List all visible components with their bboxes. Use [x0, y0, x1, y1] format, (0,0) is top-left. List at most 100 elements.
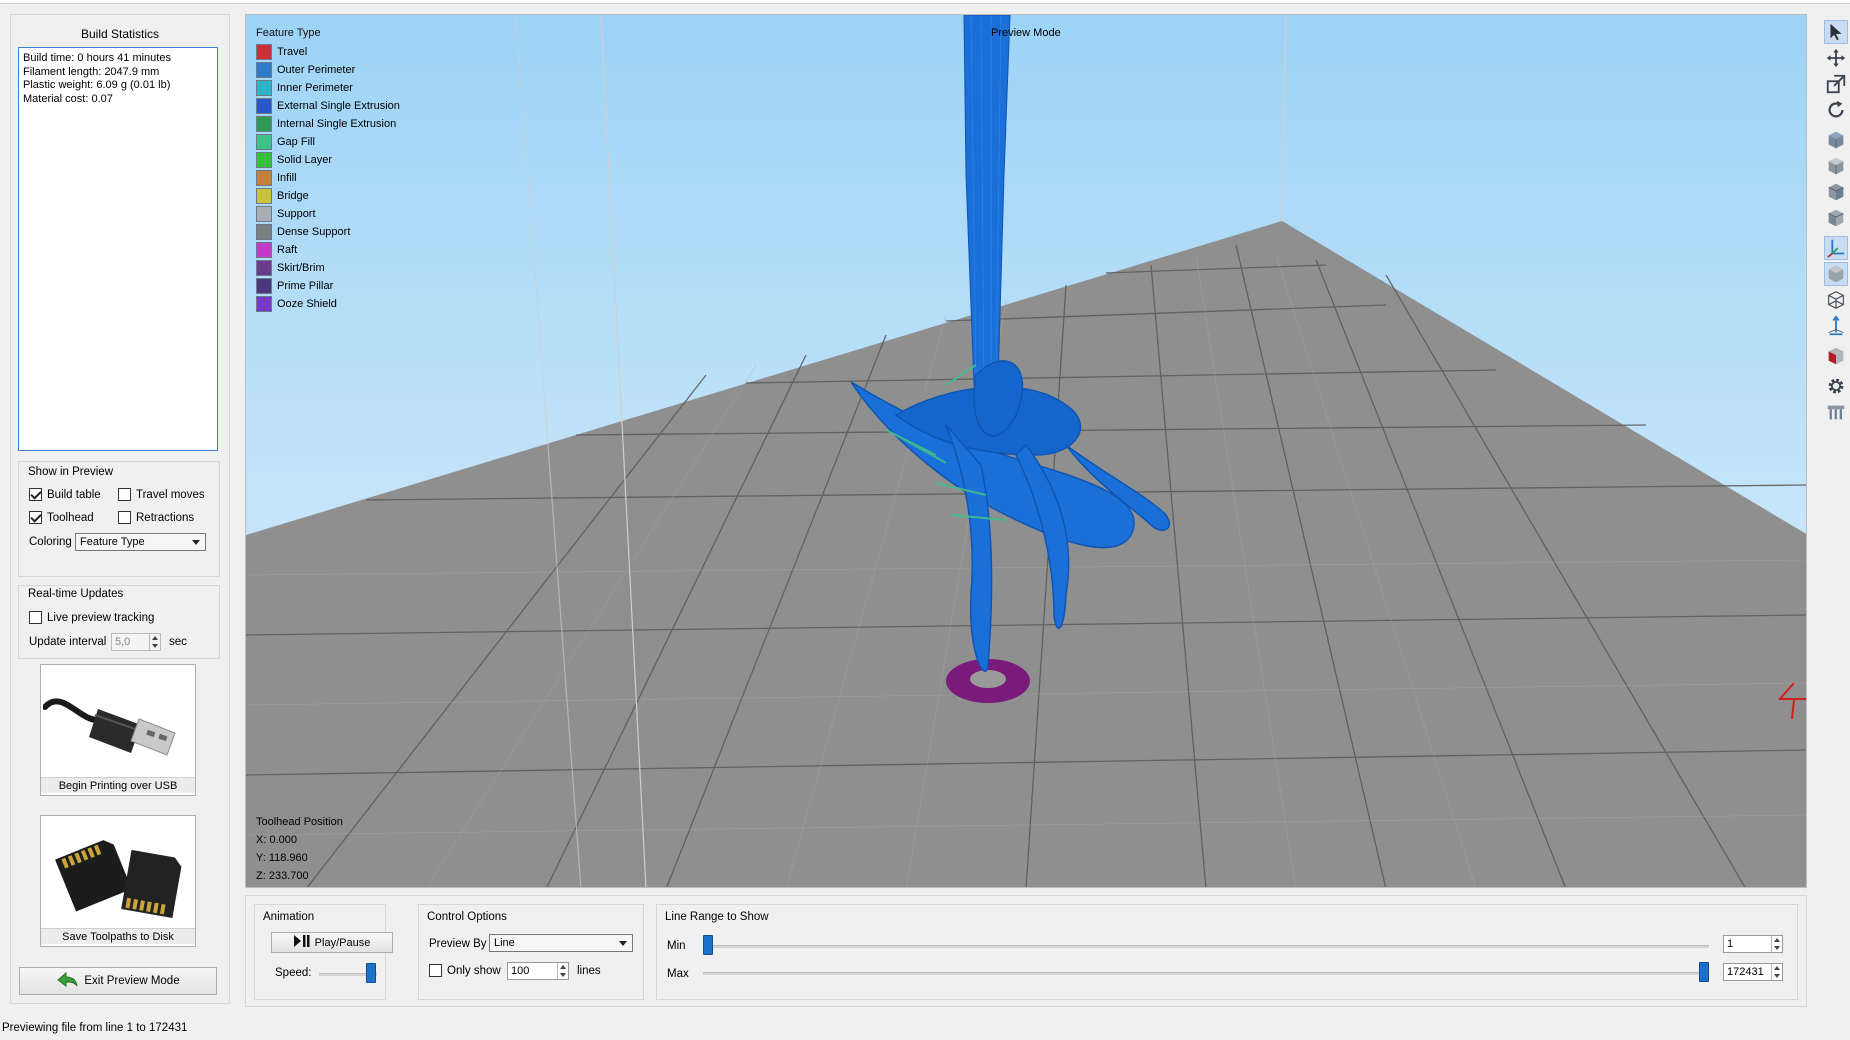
- control-options-group: Control Options Preview By Line Only sho…: [418, 904, 644, 1000]
- begin-usb-print-button[interactable]: Begin Printing over USB: [40, 664, 196, 796]
- toolhead-y: Y: 118.960: [256, 852, 308, 864]
- min-slider-track[interactable]: [703, 945, 1709, 948]
- view-top-icon[interactable]: [1824, 154, 1848, 178]
- toolhead-x: X: 0.000: [256, 834, 297, 846]
- legend-label: Outer Perimeter: [277, 64, 356, 76]
- live-tracking-checkbox[interactable]: [29, 611, 42, 624]
- legend-label: Ooze Shield: [277, 298, 337, 310]
- retractions-checkbox[interactable]: [118, 511, 131, 524]
- rotate-icon[interactable]: [1824, 98, 1848, 122]
- build-table-checkbox[interactable]: [29, 488, 42, 501]
- solid-view-icon[interactable]: [1824, 262, 1848, 286]
- legend-item: Skirt/Brim: [256, 259, 400, 277]
- max-slider-track[interactable]: [703, 972, 1709, 975]
- view-front-icon[interactable]: [1824, 128, 1848, 152]
- legend-swatch: [256, 152, 272, 168]
- legend-item: Travel: [256, 43, 400, 61]
- line-range-group: Line Range to Show Min 1 Max 172431: [656, 904, 1798, 1000]
- coloring-select[interactable]: Feature Type: [75, 533, 206, 551]
- travel-moves-checkbox[interactable]: [118, 488, 131, 501]
- begin-usb-print-label: Begin Printing over USB: [41, 777, 195, 793]
- legend-swatch: [256, 206, 272, 222]
- build-statistics-box[interactable]: Build time: 0 hours 41 minutes Filament …: [18, 47, 218, 451]
- exit-preview-label: Exit Preview Mode: [84, 975, 180, 987]
- chevron-down-icon: [192, 540, 200, 545]
- speed-slider-thumb[interactable]: [366, 963, 376, 983]
- preview-by-select[interactable]: Line: [489, 934, 633, 952]
- scale-icon[interactable]: [1824, 72, 1848, 96]
- max-line-spinbox[interactable]: 172431: [1723, 963, 1783, 981]
- preview-by-value: Line: [494, 937, 515, 949]
- usb-cable-icon: [42, 667, 193, 777]
- animation-title: Animation: [263, 911, 315, 923]
- toolhead-position-title: Toolhead Position: [256, 816, 343, 828]
- only-show-checkbox[interactable]: [429, 964, 442, 977]
- live-tracking-checkbox-row[interactable]: Live preview tracking: [29, 611, 154, 624]
- move-icon[interactable]: [1824, 46, 1848, 70]
- update-interval-label: Update interval: [29, 636, 107, 648]
- min-line-value: 1: [1727, 938, 1734, 950]
- wireframe-icon[interactable]: [1824, 288, 1848, 312]
- only-show-checkbox-row[interactable]: Only show: [429, 964, 501, 977]
- view-iso-icon[interactable]: [1824, 206, 1848, 230]
- view-side-icon[interactable]: [1824, 180, 1848, 204]
- play-pause-label: Play/Pause: [314, 936, 371, 949]
- line-range-title: Line Range to Show: [665, 911, 769, 923]
- min-slider-thumb[interactable]: [703, 935, 713, 955]
- 3d-viewport[interactable]: Preview Mode Feature Type Travel Outer Pe…: [245, 14, 1807, 888]
- control-options-title: Control Options: [427, 911, 507, 923]
- spin-arrows-icon: [1771, 936, 1782, 952]
- retractions-checkbox-row[interactable]: Retractions: [118, 511, 194, 524]
- spin-arrows-icon: [557, 963, 568, 979]
- settings-gear-icon[interactable]: [1824, 374, 1848, 398]
- stat-material-cost: Material cost: 0.07: [23, 92, 113, 105]
- legend-label: Raft: [277, 244, 298, 256]
- toolhead-checkbox-row[interactable]: Toolhead: [29, 511, 94, 524]
- min-line-spinbox[interactable]: 1: [1723, 935, 1783, 953]
- legend-label: Gap Fill: [277, 136, 315, 148]
- preview-controls: Animation Play/Pause Speed: Control Opti…: [245, 895, 1807, 1007]
- save-toolpaths-button[interactable]: Save Toolpaths to Disk: [40, 815, 196, 947]
- legend-item: Prime Pillar: [256, 277, 400, 295]
- legend-swatch: [256, 242, 272, 258]
- update-interval-value: 5,0: [115, 636, 131, 648]
- max-line-value: 172431: [1727, 966, 1764, 978]
- max-slider-thumb[interactable]: [1699, 962, 1709, 982]
- toolhead-label: Toolhead: [47, 511, 94, 524]
- legend-item: Gap Fill: [256, 133, 400, 151]
- back-arrow-icon: [56, 971, 78, 991]
- cut-icon[interactable]: [1824, 344, 1848, 368]
- retractions-label: Retractions: [136, 511, 195, 524]
- toolhead-z: Z: 233.700: [256, 870, 309, 882]
- build-table-checkbox-row[interactable]: Build table: [29, 488, 101, 501]
- only-show-lines-value: 100: [511, 965, 530, 977]
- legend-item: External Single Extrusion: [256, 97, 400, 115]
- legend-label: Skirt/Brim: [277, 262, 325, 274]
- coloring-select-value: Feature Type: [80, 536, 145, 548]
- legend-swatch: [256, 116, 272, 132]
- update-interval-spinbox[interactable]: 5,0: [111, 633, 161, 651]
- build-table-label: Build table: [47, 488, 101, 501]
- exit-preview-button[interactable]: Exit Preview Mode: [19, 967, 217, 995]
- only-show-lines-spinbox[interactable]: 100: [507, 962, 569, 980]
- show-in-preview-group: Show in Preview Build table Travel moves…: [18, 461, 220, 577]
- legend-swatch: [256, 98, 272, 114]
- select-arrow-icon[interactable]: [1824, 20, 1848, 44]
- legend-label: Travel: [277, 46, 308, 58]
- legend-swatch: [256, 260, 272, 276]
- chevron-down-icon: [619, 941, 627, 946]
- travel-moves-checkbox-row[interactable]: Travel moves: [118, 488, 205, 501]
- max-label: Max: [667, 968, 689, 980]
- toolhead-checkbox[interactable]: [29, 511, 42, 524]
- live-tracking-label: Live preview tracking: [47, 611, 155, 624]
- legend-label: External Single Extrusion: [277, 100, 400, 112]
- legend-item: Raft: [256, 241, 400, 259]
- normals-icon[interactable]: [1824, 314, 1848, 338]
- axes-icon[interactable]: [1824, 236, 1848, 260]
- legend-label: Solid Layer: [277, 154, 333, 166]
- legend-item: Solid Layer: [256, 151, 400, 169]
- play-pause-button[interactable]: Play/Pause: [271, 932, 393, 953]
- legend-label: Bridge: [277, 190, 309, 202]
- supports-icon[interactable]: [1824, 400, 1848, 424]
- legend-label: Internal Single Extrusion: [277, 118, 397, 130]
